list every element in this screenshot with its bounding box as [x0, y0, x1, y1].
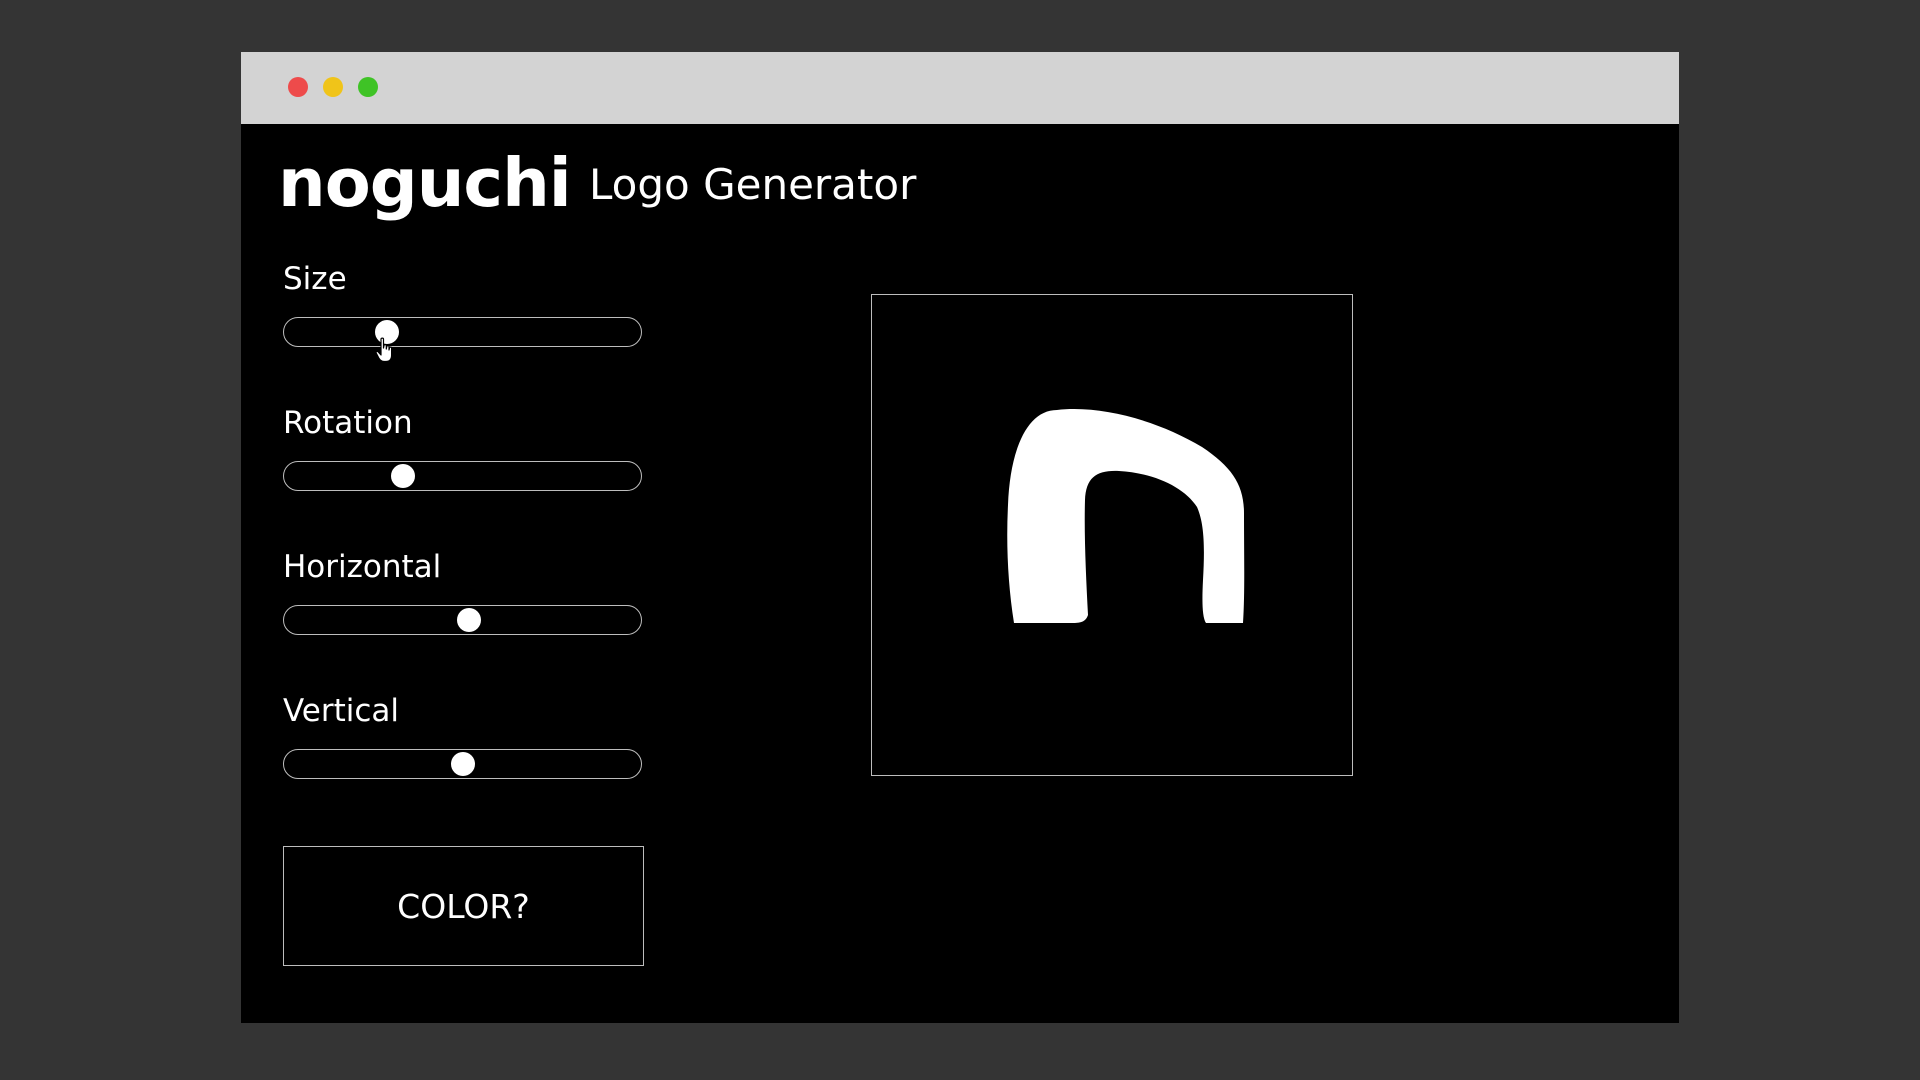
vertical-slider-thumb[interactable] — [450, 752, 475, 776]
close-window-button[interactable] — [288, 77, 308, 97]
logo-preview-svg — [1007, 409, 1245, 624]
app-window: noguchi Logo Generator Size Rotation Hor… — [241, 52, 1679, 1023]
vertical-label: Vertical — [283, 693, 400, 729]
rotation-label: Rotation — [283, 405, 413, 441]
rotation-slider[interactable] — [283, 461, 642, 491]
horizontal-slider[interactable] — [283, 605, 642, 635]
title-bar — [241, 52, 1679, 124]
vertical-slider[interactable] — [283, 749, 642, 779]
size-label: Size — [283, 261, 347, 297]
horizontal-label: Horizontal — [283, 549, 442, 585]
minimize-window-button[interactable] — [323, 77, 343, 97]
size-slider-thumb[interactable] — [374, 320, 399, 344]
horizontal-slider-thumb[interactable] — [457, 608, 482, 632]
maximize-window-button[interactable] — [358, 77, 378, 97]
color-button[interactable]: COLOR? — [283, 846, 644, 966]
brand-logo-text: noguchi — [278, 144, 572, 222]
logo-arch-shape — [1007, 409, 1245, 624]
page-subtitle: Logo Generator — [589, 160, 917, 209]
rotation-slider-thumb[interactable] — [391, 464, 416, 488]
size-slider[interactable] — [283, 317, 642, 347]
logo-preview-canvas — [871, 294, 1353, 776]
